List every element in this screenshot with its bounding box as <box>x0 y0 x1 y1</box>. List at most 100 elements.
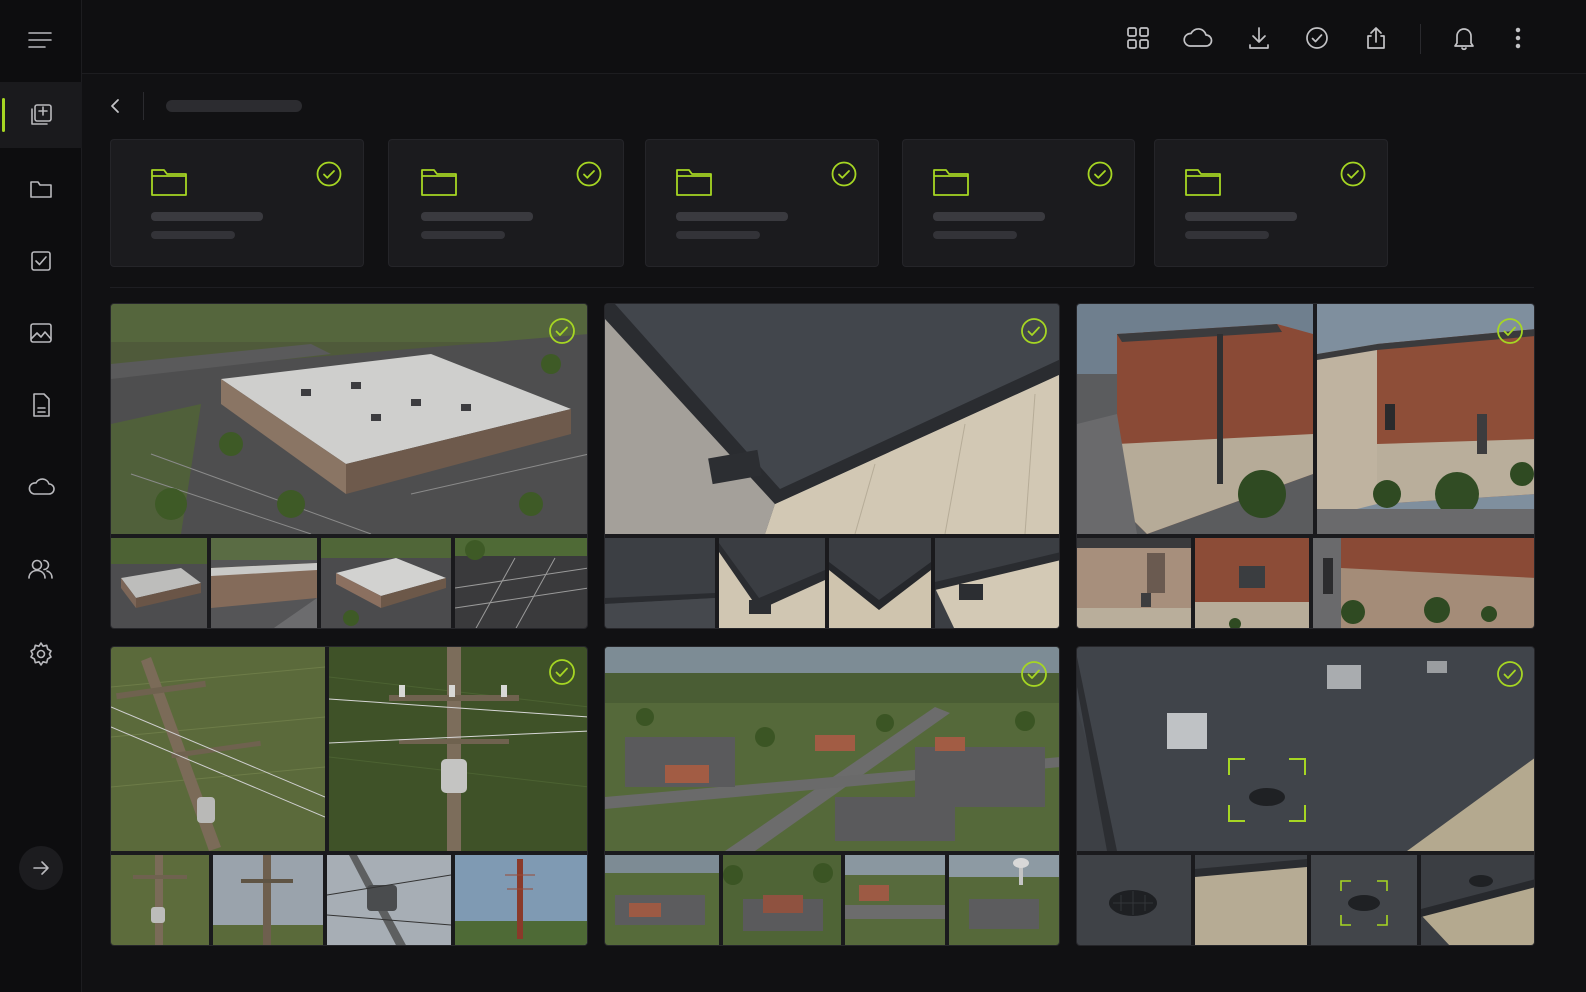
folder-name-placeholder <box>1185 212 1297 221</box>
chevron-left-icon <box>111 99 119 113</box>
folder-card[interactable] <box>645 139 879 267</box>
folder-meta-placeholder <box>1185 231 1269 239</box>
photo-thumbnail[interactable] <box>1313 538 1534 628</box>
folder-icon <box>1183 164 1223 198</box>
folder-name-placeholder <box>933 212 1045 221</box>
photo-thumbnail[interactable] <box>829 538 931 628</box>
photo-thumbnail[interactable] <box>1077 855 1191 945</box>
sidebar-item-cloud[interactable] <box>0 454 82 520</box>
check-circle-icon <box>547 657 577 687</box>
folder-icon <box>931 164 971 198</box>
photo-thumbnail[interactable] <box>321 538 451 628</box>
folder-card[interactable] <box>1154 139 1388 267</box>
photo-thumbnail[interactable] <box>327 855 451 945</box>
toolbar-divider <box>1420 24 1421 54</box>
photo-group-card[interactable] <box>110 646 588 946</box>
sidebar-item-folders[interactable] <box>0 156 82 222</box>
photo-thumbnail[interactable] <box>605 538 715 628</box>
sidebar-item-gallery[interactable] <box>0 82 82 148</box>
folder-name-placeholder <box>676 212 788 221</box>
more-vertical-icon <box>1515 27 1521 49</box>
folder-icon <box>30 181 52 198</box>
check-circle-icon <box>1019 316 1049 346</box>
folder-name-placeholder <box>421 212 533 221</box>
photo-thumbnail[interactable] <box>845 855 945 945</box>
breadcrumb-separator <box>143 92 144 120</box>
check-circle-icon <box>1019 659 1049 689</box>
document-icon <box>33 393 50 417</box>
users-icon <box>28 559 53 579</box>
photo-group-card[interactable] <box>604 646 1060 946</box>
bell-icon <box>1454 28 1474 51</box>
photo-thumbnail[interactable] <box>719 538 825 628</box>
photo-thumbnail[interactable] <box>1311 855 1417 945</box>
more-options-button[interactable] <box>1500 20 1536 56</box>
cloud-sync-button[interactable] <box>1180 20 1216 56</box>
check-circle-icon <box>315 160 343 188</box>
photo-main[interactable] <box>605 304 1059 534</box>
photo-thumbnail[interactable] <box>1195 538 1309 628</box>
sidebar-item-documents[interactable] <box>0 372 82 438</box>
photo-group-card[interactable] <box>110 303 588 629</box>
check-circle-icon <box>1086 160 1114 188</box>
grid-view-button[interactable] <box>1120 20 1156 56</box>
photo-thumbnail[interactable] <box>211 538 317 628</box>
notifications-button[interactable] <box>1446 20 1482 56</box>
menu-button[interactable] <box>20 20 60 60</box>
hamburger-icon <box>28 32 52 48</box>
photo-main[interactable] <box>1077 647 1534 851</box>
folder-card[interactable] <box>110 139 364 267</box>
gear-icon <box>30 642 52 666</box>
folder-name-placeholder <box>151 212 263 221</box>
download-icon <box>1249 27 1269 49</box>
grid-icon <box>1127 27 1149 49</box>
cloud-icon <box>28 478 55 495</box>
arrow-right-icon <box>33 861 49 875</box>
sidebar-item-settings[interactable] <box>0 621 82 687</box>
photo-main[interactable] <box>111 304 587 534</box>
photo-thumbnail[interactable] <box>213 855 323 945</box>
gallery-icon <box>31 104 52 125</box>
folder-card[interactable] <box>902 139 1135 267</box>
photo-group-card[interactable] <box>604 303 1060 629</box>
photo-thumbnail[interactable] <box>1077 538 1191 628</box>
back-button[interactable] <box>104 94 128 118</box>
share-button[interactable] <box>1358 20 1394 56</box>
section-divider <box>110 287 1534 288</box>
sidebar-item-tasks[interactable] <box>0 228 82 294</box>
check-circle-icon <box>547 316 577 346</box>
sidebar-item-images[interactable] <box>0 300 82 366</box>
photo-thumbnail[interactable] <box>605 855 719 945</box>
checkbox-icon <box>31 251 51 271</box>
check-circle-icon <box>1306 27 1328 49</box>
folder-icon <box>149 164 189 198</box>
photo-thumbnail[interactable] <box>949 855 1059 945</box>
photo-group-card[interactable] <box>1076 303 1535 629</box>
download-button[interactable] <box>1241 20 1277 56</box>
photo-main[interactable] <box>605 647 1059 851</box>
folder-meta-placeholder <box>933 231 1017 239</box>
approve-button[interactable] <box>1299 20 1335 56</box>
photo-thumbnail[interactable] <box>935 538 1059 628</box>
photo-thumbnail[interactable] <box>1421 855 1534 945</box>
photo-thumbnail[interactable] <box>111 855 209 945</box>
share-icon <box>1367 27 1385 49</box>
expand-sidebar-button[interactable] <box>19 846 63 890</box>
breadcrumb-placeholder <box>166 100 302 112</box>
sidebar-item-users[interactable] <box>0 536 82 602</box>
photo-main[interactable] <box>1077 304 1313 534</box>
photo-group-card[interactable] <box>1076 646 1535 946</box>
image-icon <box>30 323 52 343</box>
folder-card[interactable] <box>388 139 624 267</box>
photo-thumbnail[interactable] <box>455 538 587 628</box>
photo-thumbnail[interactable] <box>723 855 841 945</box>
photo-thumbnail[interactable] <box>111 538 207 628</box>
photo-thumbnail[interactable] <box>455 855 587 945</box>
check-circle-icon <box>830 160 858 188</box>
check-circle-icon <box>1339 160 1367 188</box>
photo-thumbnail[interactable] <box>1195 855 1307 945</box>
photo-main[interactable] <box>111 647 325 851</box>
check-circle-icon <box>1495 316 1525 346</box>
folder-meta-placeholder <box>151 231 235 239</box>
folder-icon <box>419 164 459 198</box>
